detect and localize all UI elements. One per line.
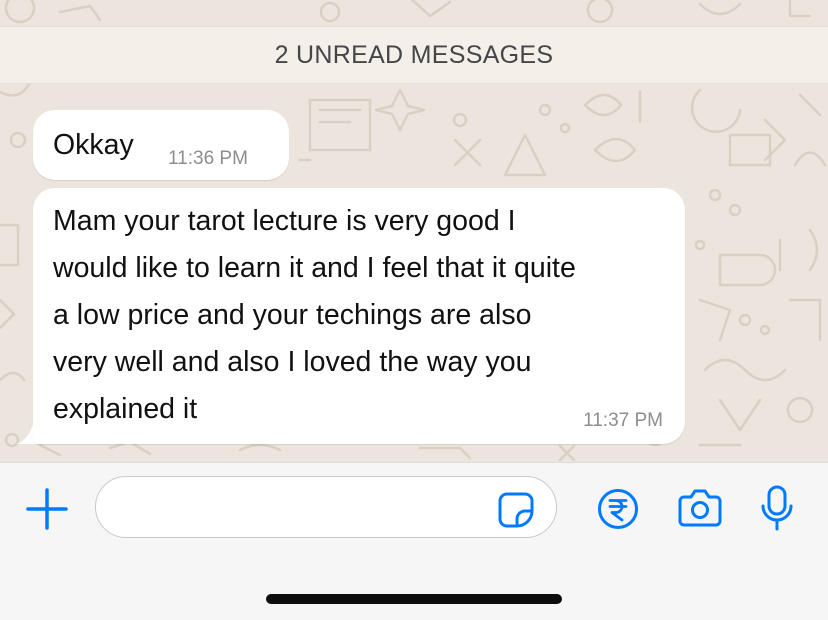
camera-icon[interactable] (677, 487, 723, 529)
message-bubble-incoming[interactable]: Okkay 11:36 PM (33, 110, 289, 180)
message-input[interactable] (95, 476, 557, 538)
message-line: Mam your tarot lecture is very good I (53, 205, 516, 237)
message-line: would like to learn it and I feel that i… (53, 252, 576, 284)
unread-messages-banner: 2 UNREAD MESSAGES (0, 26, 828, 84)
chat-area[interactable]: 2 UNREAD MESSAGES Okkay 11:36 PM Mam you… (0, 0, 828, 462)
plus-icon[interactable] (26, 488, 68, 530)
message-line: a low price and your techings are also (53, 299, 532, 331)
rupee-icon[interactable] (597, 488, 639, 530)
message-line: explained it (53, 393, 198, 425)
unread-messages-label: 2 UNREAD MESSAGES (274, 40, 554, 69)
sticker-icon[interactable] (497, 491, 535, 529)
message-line: Okkay (53, 129, 134, 161)
message-text: Mam your tarot lecture is very good I wo… (53, 198, 673, 433)
microphone-icon[interactable] (759, 484, 795, 532)
message-timestamp: 11:37 PM (583, 410, 663, 431)
message-text: Okkay (53, 122, 134, 169)
message-timestamp: 11:36 PM (168, 148, 248, 169)
message-line: very well and also I loved the way you (53, 346, 532, 378)
message-bubble-incoming[interactable]: Mam your tarot lecture is very good I wo… (33, 188, 685, 444)
home-indicator[interactable] (266, 594, 562, 604)
